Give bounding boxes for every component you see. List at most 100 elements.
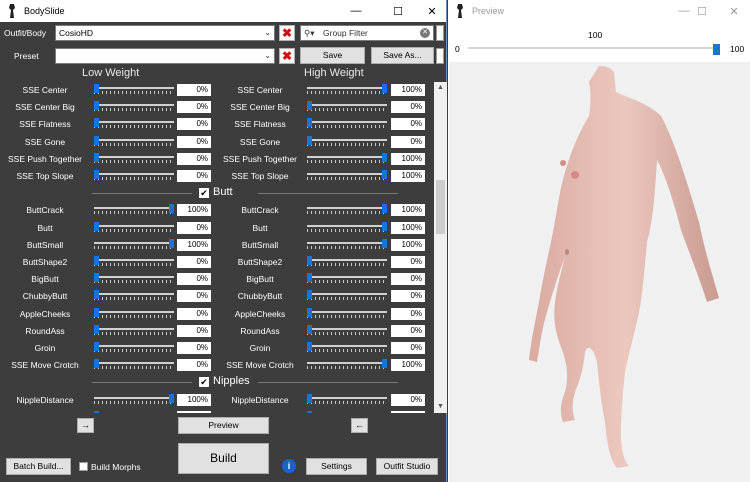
slider-thumb[interactable]	[307, 256, 312, 265]
preview-button[interactable]: Preview	[178, 417, 269, 434]
high-weight-value[interactable]: 100%	[391, 84, 425, 96]
low-weight-slider[interactable]	[94, 238, 174, 251]
low-weight-value[interactable]: 0%	[177, 152, 211, 165]
clear-filter-icon[interactable]: ✕	[420, 28, 430, 38]
copy-to-low-button[interactable]: →	[77, 418, 94, 433]
scroll-up-icon[interactable]: ▲	[434, 82, 447, 94]
high-weight-value[interactable]: 0%	[391, 290, 425, 303]
high-weight-value[interactable]: 0%	[391, 342, 425, 354]
low-weight-slider[interactable]	[94, 101, 174, 113]
high-weight-value[interactable]: 0%	[391, 273, 425, 286]
slider-thumb[interactable]	[713, 44, 720, 55]
high-weight-value[interactable]: 0%	[391, 324, 425, 337]
low-weight-value[interactable]: 0%	[177, 135, 211, 148]
low-weight-value[interactable]: 0%	[177, 410, 211, 413]
group-checkbox[interactable]: ✔	[199, 377, 209, 388]
high-weight-slider[interactable]	[307, 342, 387, 354]
clear-preset-button[interactable]: ✖	[279, 48, 295, 64]
high-weight-slider[interactable]	[307, 170, 387, 182]
build-morphs-checkbox[interactable]	[79, 462, 88, 471]
high-weight-value[interactable]: 100%	[391, 170, 425, 182]
group-filter-input[interactable]: ⚲▾ Group Filter ✕	[300, 25, 434, 41]
low-weight-value[interactable]: 0%	[177, 273, 211, 286]
low-weight-value[interactable]: 0%	[177, 359, 211, 372]
slider-thumb[interactable]	[94, 307, 99, 317]
slider-thumb[interactable]	[307, 118, 312, 128]
low-weight-value[interactable]: 0%	[177, 290, 211, 303]
save-as-button[interactable]: Save As...	[371, 47, 434, 64]
slider-thumb[interactable]	[307, 273, 312, 283]
slider-thumb[interactable]	[94, 84, 99, 93]
slider-thumb[interactable]	[94, 101, 99, 111]
high-weight-value[interactable]: 100%	[391, 238, 425, 251]
high-weight-value[interactable]: 0%	[391, 101, 425, 114]
save-button[interactable]: Save	[300, 47, 365, 64]
close-icon[interactable]: ✕	[717, 0, 750, 22]
slider-thumb[interactable]	[307, 135, 312, 145]
slider-thumb[interactable]	[94, 342, 99, 351]
high-weight-value[interactable]: 100%	[391, 204, 425, 217]
low-weight-value[interactable]: 0%	[177, 221, 211, 234]
high-weight-value[interactable]: 0%	[391, 410, 425, 413]
high-weight-value[interactable]: 100%	[391, 152, 425, 165]
high-weight-slider[interactable]	[307, 221, 387, 234]
settings-button[interactable]: Settings	[306, 458, 367, 475]
scrollbar-thumb[interactable]	[436, 180, 445, 234]
low-weight-slider[interactable]	[94, 170, 174, 182]
low-weight-slider[interactable]	[94, 324, 174, 337]
low-weight-slider[interactable]	[94, 273, 174, 285]
high-weight-value[interactable]: 100%	[391, 221, 425, 234]
low-weight-value[interactable]: 0%	[177, 170, 211, 182]
high-weight-slider[interactable]	[307, 324, 387, 337]
slider-thumb[interactable]	[94, 290, 99, 300]
low-weight-slider[interactable]	[94, 307, 174, 320]
slider-thumb[interactable]	[94, 118, 99, 128]
slider-thumb[interactable]	[307, 307, 312, 317]
preview-3d-viewport[interactable]	[449, 62, 750, 482]
preview-weight-slider[interactable]	[468, 44, 720, 56]
copy-to-high-button[interactable]: ←	[351, 418, 368, 433]
minimize-icon[interactable]: —	[339, 0, 373, 22]
low-weight-slider[interactable]	[94, 359, 174, 371]
high-weight-value[interactable]: 0%	[391, 307, 425, 320]
high-weight-value[interactable]: 0%	[391, 256, 425, 268]
low-weight-value[interactable]: 100%	[177, 393, 211, 406]
high-weight-slider[interactable]	[307, 307, 387, 320]
slider-thumb[interactable]	[169, 393, 174, 403]
slider-thumb[interactable]	[307, 342, 312, 351]
low-weight-value[interactable]: 0%	[177, 324, 211, 337]
slider-thumb[interactable]	[169, 204, 174, 214]
low-weight-value[interactable]: 0%	[177, 307, 211, 320]
slider-thumb[interactable]	[382, 238, 387, 248]
high-weight-slider[interactable]	[307, 359, 387, 371]
low-weight-value[interactable]: 100%	[177, 204, 211, 217]
low-weight-value[interactable]: 0%	[177, 256, 211, 268]
low-weight-slider[interactable]	[94, 118, 174, 130]
slider-thumb[interactable]	[94, 273, 99, 283]
scroll-down-icon[interactable]: ▼	[434, 401, 447, 413]
high-weight-slider[interactable]	[307, 152, 387, 165]
slider-thumb[interactable]	[382, 359, 387, 369]
clear-outfit-button[interactable]: ✖	[279, 25, 295, 41]
low-weight-value[interactable]: 0%	[177, 118, 211, 131]
low-weight-slider[interactable]	[94, 221, 174, 234]
low-weight-slider[interactable]	[94, 290, 174, 302]
high-weight-slider[interactable]	[307, 290, 387, 302]
group-filter-extra[interactable]	[436, 25, 444, 41]
slider-thumb[interactable]	[94, 135, 99, 145]
slider-thumb[interactable]	[382, 152, 387, 162]
high-weight-value[interactable]: 0%	[391, 393, 425, 406]
low-weight-slider[interactable]	[94, 152, 174, 165]
slider-thumb[interactable]	[382, 204, 387, 214]
close-icon[interactable]: ✕	[415, 0, 449, 22]
low-weight-value[interactable]: 0%	[177, 101, 211, 114]
slider-thumb[interactable]	[307, 290, 312, 300]
high-weight-slider[interactable]	[307, 393, 387, 406]
high-weight-slider[interactable]	[307, 135, 387, 148]
info-icon[interactable]: i	[282, 459, 296, 473]
low-weight-slider[interactable]	[94, 410, 174, 413]
slider-thumb[interactable]	[94, 256, 99, 265]
low-weight-value[interactable]: 0%	[177, 84, 211, 96]
high-weight-slider[interactable]	[307, 84, 387, 96]
high-weight-value[interactable]: 100%	[391, 359, 425, 372]
